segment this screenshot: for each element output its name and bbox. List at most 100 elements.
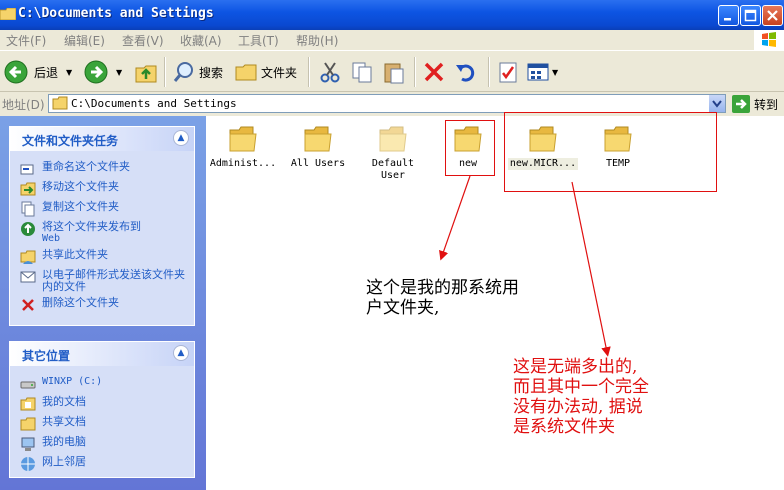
folders-label: 文件夹 <box>261 65 298 80</box>
cut-button[interactable] <box>318 57 342 87</box>
task-label: 将这个文件夹发布到 <box>42 220 141 233</box>
search-label: 搜索 <box>199 65 224 80</box>
toolbar-separator <box>488 57 490 87</box>
menu-edit[interactable]: 编辑(E) <box>64 32 105 49</box>
panel-header[interactable]: 其它位置 ▲ <box>10 342 194 366</box>
address-dropdown[interactable] <box>709 95 725 112</box>
properties-button[interactable] <box>496 57 520 87</box>
task-label: 删除这个文件夹 <box>42 296 119 309</box>
address-input[interactable]: C:\Documents and Settings <box>48 94 726 113</box>
task-label: 移动这个文件夹 <box>42 180 119 193</box>
annotation-line: 没有办法动, 据说 <box>513 397 643 417</box>
properties-icon <box>499 62 517 83</box>
address-value: C:\Documents and Settings <box>71 97 237 110</box>
menu-tools[interactable]: 工具(T) <box>238 32 279 49</box>
menu-help[interactable]: 帮助(H) <box>296 32 338 49</box>
up-folder-button[interactable] <box>134 57 158 87</box>
forward-button[interactable]: ▼ <box>84 57 122 87</box>
minimize-icon <box>724 18 731 21</box>
annotation-line: 而且其中一个完全 <box>513 377 649 397</box>
email-icon <box>20 271 36 283</box>
views-icon <box>527 63 549 81</box>
task-move[interactable]: 移动这个文件夹 <box>20 181 186 197</box>
place-shared-documents[interactable]: 共享文档 <box>20 416 186 432</box>
task-email[interactable]: 以电子邮件形式发送该文件夹内的文件 <box>20 269 186 293</box>
task-share[interactable]: 共享此文件夹 <box>20 249 186 265</box>
place-drive-c[interactable]: WINXP (C:) <box>20 376 186 392</box>
minimize-button[interactable] <box>718 5 739 26</box>
task-rename[interactable]: 重命名这个文件夹 <box>20 161 186 177</box>
file-list-area: Administ... All Users Default User new n… <box>206 112 784 490</box>
copy-icon <box>352 62 372 83</box>
publish-web-icon <box>21 222 35 236</box>
my-documents-icon <box>20 397 36 411</box>
folder-icon <box>52 96 68 110</box>
menu-view[interactable]: 查看(V) <box>122 32 164 49</box>
delete-icon <box>424 62 444 82</box>
window-title: C:\Documents and Settings <box>18 6 214 21</box>
annotation-line: 这是无端多出的, <box>513 357 638 377</box>
maximize-button[interactable] <box>740 5 761 26</box>
folders-button[interactable]: 文件夹 <box>234 57 297 87</box>
panel-header[interactable]: 文件和文件夹任务 ▲ <box>10 127 194 151</box>
place-my-documents[interactable]: 我的文档 <box>20 396 186 412</box>
toolbar-separator <box>164 57 166 87</box>
up-folder-icon <box>135 65 157 83</box>
task-label: 我的文档 <box>42 395 86 408</box>
windows-logo-icon <box>754 30 784 50</box>
back-label: 后退 <box>34 65 59 80</box>
file-folder-tasks-panel: 文件和文件夹任务 ▲ 重命名这个文件夹 移动这个文件夹 复制这个文件夹 将这个文… <box>9 126 195 326</box>
move-icon <box>20 182 36 196</box>
search-icon <box>173 62 193 82</box>
toolbar: 后退 ▼ ▼ 搜索 文件夹 ▼ <box>0 50 784 92</box>
place-network[interactable]: 网上邻居 <box>20 456 186 472</box>
task-label: 我的电脑 <box>42 435 86 448</box>
search-button[interactable]: 搜索 <box>172 57 223 87</box>
collapse-icon[interactable]: ▲ <box>173 345 189 361</box>
task-copy[interactable]: 复制这个文件夹 <box>20 201 186 217</box>
back-button[interactable]: 后退 ▼ <box>4 57 72 87</box>
annotation-line: 户文件夹, <box>366 298 440 318</box>
panel-title: 其它位置 <box>22 349 71 363</box>
annotation-line: 这个是我的那系统用 <box>366 278 519 298</box>
close-button[interactable] <box>762 5 783 26</box>
paste-icon <box>384 63 404 84</box>
cut-icon <box>320 62 340 83</box>
go-arrow-icon <box>732 95 750 113</box>
annotation-line: 是系统文件夹 <box>513 417 615 437</box>
delete-button[interactable] <box>422 57 446 87</box>
menu-favorites[interactable]: 收藏(A) <box>180 32 222 49</box>
chevron-down-icon <box>712 100 722 108</box>
annotation-note-extra-folders: 这是无端多出的, 而且其中一个完全 没有办法动, 据说 是系统文件夹 <box>513 357 649 437</box>
task-label: WINXP (C:) <box>42 376 103 387</box>
close-icon <box>767 10 778 21</box>
address-label: 地址(D) <box>2 98 45 112</box>
place-my-computer[interactable]: 我的电脑 <box>20 436 186 452</box>
annotation-note-user-folder: 这个是我的那系统用 户文件夹, <box>366 278 519 318</box>
chevron-down-icon: ▼ <box>66 67 73 77</box>
menu-file[interactable]: 文件(F) <box>6 32 46 49</box>
task-publish-web[interactable]: 将这个文件夹发布到 Web <box>20 221 186 245</box>
paste-button[interactable] <box>382 57 406 87</box>
undo-button[interactable] <box>454 57 478 87</box>
views-button[interactable]: ▼ <box>526 57 558 87</box>
chevron-down-icon: ▼ <box>116 67 123 77</box>
task-label: 共享此文件夹 <box>42 248 108 261</box>
copy-button[interactable] <box>350 57 374 87</box>
folders-icon <box>235 64 257 81</box>
arrow-to-note1 <box>439 175 471 261</box>
forward-arrow-icon <box>84 60 108 84</box>
maximize-icon <box>744 9 757 22</box>
task-label: 网上邻居 <box>42 455 86 468</box>
go-label: 转到 <box>754 97 779 112</box>
go-button[interactable]: 转到 <box>732 95 778 113</box>
task-label: 复制这个文件夹 <box>42 200 119 213</box>
rename-icon <box>20 164 34 175</box>
title-bar: C:\Documents and Settings <box>0 0 784 30</box>
network-icon <box>21 457 35 471</box>
delete-icon <box>22 299 34 311</box>
collapse-icon[interactable]: ▲ <box>173 130 189 146</box>
toolbar-separator <box>308 57 310 87</box>
task-label: 共享文档 <box>42 415 86 428</box>
task-delete[interactable]: 删除这个文件夹 <box>20 297 186 313</box>
